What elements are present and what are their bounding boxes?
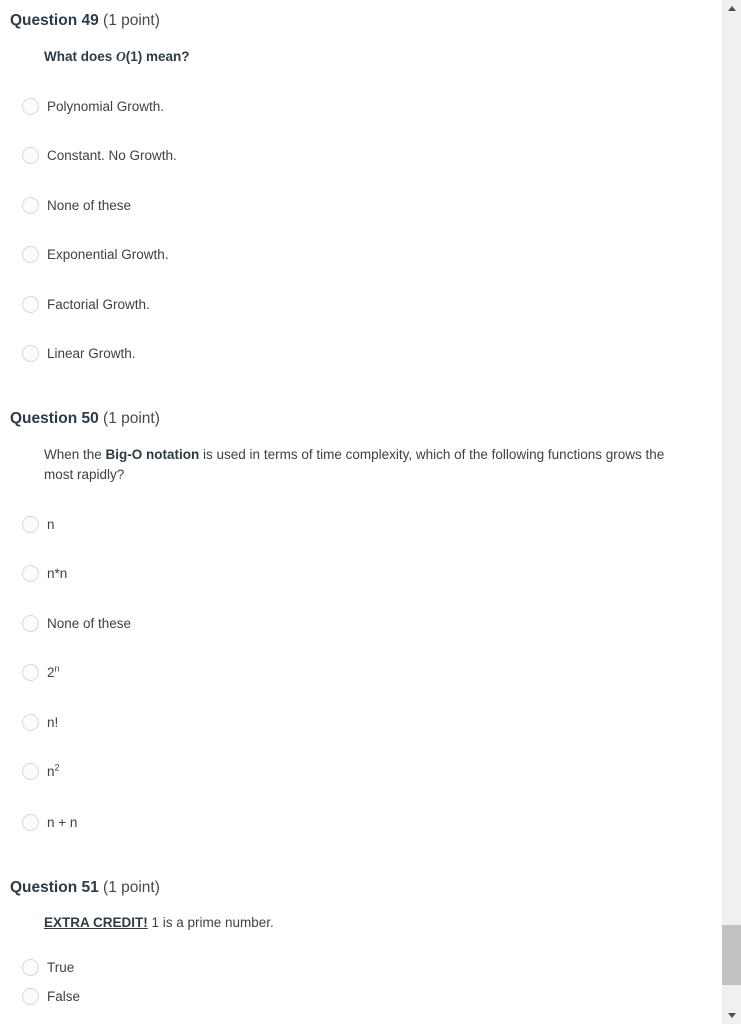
answer-option-label: Polynomial Growth. xyxy=(47,98,165,114)
radio-button[interactable] xyxy=(22,246,39,263)
scrollbar-thumb[interactable] xyxy=(722,925,741,985)
question-51-header: Question 51 (1 point) xyxy=(5,879,160,897)
question-51-prompt: EXTRA CREDIT! 1 is a prime number. xyxy=(22,913,274,933)
radio-button[interactable] xyxy=(22,98,39,115)
radio-button[interactable] xyxy=(22,615,39,632)
answer-option[interactable]: None of these xyxy=(22,613,131,634)
question-49-label: Question 49 xyxy=(10,12,99,29)
answer-option[interactable]: False xyxy=(22,986,80,1007)
answer-option[interactable]: Polynomial Growth. xyxy=(22,96,164,117)
answer-option[interactable]: True xyxy=(22,957,74,978)
answer-option[interactable]: Exponential Growth. xyxy=(22,244,169,265)
radio-button[interactable] xyxy=(22,565,39,582)
answer-option[interactable]: n2 xyxy=(22,761,60,782)
question-50-label: Question 50 xyxy=(10,410,99,427)
radio-button[interactable] xyxy=(22,988,39,1005)
question-50-prompt-bold: Big-O notation xyxy=(105,447,200,462)
question-50-points: (1 point) xyxy=(103,410,160,427)
answer-option-label: False xyxy=(47,988,81,1004)
answer-option-label: n xyxy=(47,516,55,532)
radio-button[interactable] xyxy=(22,197,39,214)
question-51-label: Question 51 xyxy=(10,879,99,896)
radio-button[interactable] xyxy=(22,345,39,362)
radio-button[interactable] xyxy=(22,516,39,533)
scroll-up-arrow-icon[interactable] xyxy=(722,0,741,17)
answer-option[interactable]: n xyxy=(22,514,55,535)
quiz-content-area: Question 49 (1 point) What does O(1) mea… xyxy=(0,0,722,1024)
answer-option-label: None of these xyxy=(47,615,132,631)
radio-button[interactable] xyxy=(22,763,39,780)
question-49-prompt-prefix: What does xyxy=(44,49,117,64)
answer-option[interactable]: n! xyxy=(22,712,58,733)
answer-option[interactable]: 2n xyxy=(22,662,60,683)
answer-option[interactable]: Factorial Growth. xyxy=(22,294,150,315)
answer-option[interactable]: Linear Growth. xyxy=(22,343,136,364)
answer-option[interactable]: n*n xyxy=(22,563,67,584)
answer-option[interactable]: None of these xyxy=(22,195,131,216)
radio-button[interactable] xyxy=(22,664,39,681)
answer-option-label: None of these xyxy=(47,197,132,213)
question-50-prompt: When the Big-O notation is used in terms… xyxy=(22,445,669,486)
radio-button[interactable] xyxy=(22,296,39,313)
radio-button[interactable] xyxy=(22,147,39,164)
scroll-down-arrow-icon[interactable] xyxy=(722,1007,741,1024)
question-50-header: Question 50 (1 point) xyxy=(5,410,160,428)
question-51-points: (1 point) xyxy=(103,879,160,896)
radio-button[interactable] xyxy=(22,814,39,831)
question-50-prompt-prefix: When the xyxy=(44,447,106,462)
answer-option[interactable]: n + n xyxy=(22,812,77,833)
question-49-points: (1 point) xyxy=(103,12,160,29)
question-49-prompt: What does O(1) mean? xyxy=(22,47,190,67)
vertical-scrollbar[interactable] xyxy=(722,0,741,1024)
answer-option[interactable]: Constant. No Growth. xyxy=(22,145,177,166)
radio-button[interactable] xyxy=(22,959,39,976)
question-51-prompt-emphasis: EXTRA CREDIT! xyxy=(44,915,148,930)
answer-option-label: n + n xyxy=(47,814,78,830)
answer-option-label: n2 xyxy=(47,762,60,779)
answer-option-label: n*n xyxy=(47,565,68,581)
question-49-header: Question 49 (1 point) xyxy=(5,12,160,30)
answer-option-label: True xyxy=(47,959,75,975)
answer-option-label: n! xyxy=(47,714,59,730)
question-51-prompt-suffix: 1 is a prime number. xyxy=(147,915,274,930)
answer-option-label: Exponential Growth. xyxy=(47,246,169,262)
question-49-prompt-suffix: (1) mean? xyxy=(125,49,190,64)
answer-option-label: Linear Growth. xyxy=(47,345,136,361)
answer-option-label: Factorial Growth. xyxy=(47,296,150,312)
answer-option-label: 2n xyxy=(47,663,60,680)
radio-button[interactable] xyxy=(22,714,39,731)
answer-option-label: Constant. No Growth. xyxy=(47,147,177,163)
question-49-prompt-italic: O xyxy=(116,49,126,64)
